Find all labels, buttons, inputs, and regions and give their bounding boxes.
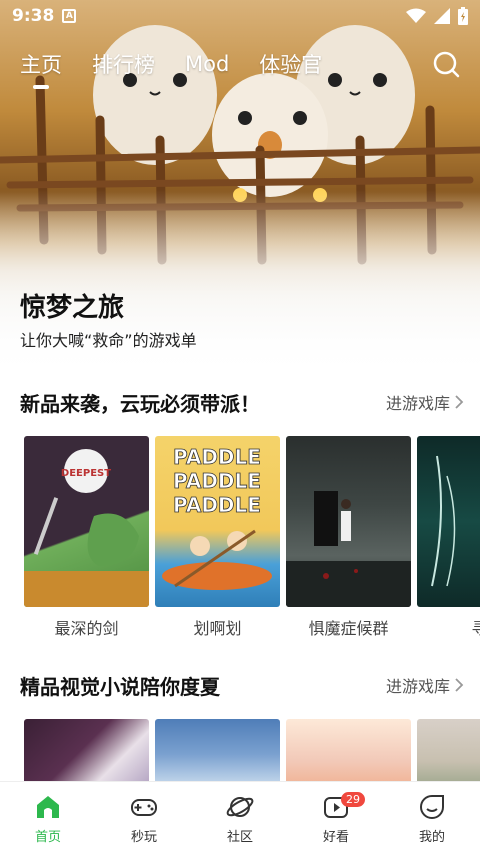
tab-ranking[interactable]: 排行榜 (92, 49, 155, 79)
nav-label: 社区 (226, 830, 253, 845)
cover-art (286, 491, 411, 607)
game-card[interactable] (417, 719, 480, 789)
profile-icon (420, 795, 444, 819)
section-novel-title: 精品视觉小说陪你度夏 (20, 674, 220, 699)
battery-icon (458, 7, 468, 25)
game-cover (155, 719, 280, 789)
chevron-right-icon (455, 395, 464, 409)
new-games-carousel[interactable]: DEEPEST 最深的剑 PADDLE PADDLE PADDLE 划啊划 惧魔… (24, 436, 480, 639)
game-cover (417, 436, 480, 607)
game-name: 寻 (471, 619, 480, 638)
section-new-header: 新品来袭，云玩必须带派！ 进游戏库 (20, 387, 464, 417)
notification-a-icon: A (62, 9, 77, 23)
game-name: 划啊划 (193, 619, 242, 638)
game-card[interactable] (286, 719, 411, 789)
nav-watch[interactable]: 29 好看 (288, 782, 384, 853)
hero-title: 惊梦之旅 (20, 293, 125, 323)
svg-text:PADDLE: PADDLE (173, 493, 261, 517)
game-cover (417, 719, 480, 789)
section-new-title: 新品来袭，云玩必须带派！ (20, 391, 260, 416)
gamepad-icon (131, 799, 157, 816)
nav-label: 秒玩 (130, 830, 157, 845)
bottom-nav: 首页 秒玩 社区 29 好看 我的 (0, 781, 480, 853)
tab-mod[interactable]: Mod (185, 52, 229, 76)
cover-title-text: DEEPEST (61, 468, 111, 479)
game-card[interactable]: PADDLE PADDLE PADDLE 划啊划 (155, 436, 280, 639)
nav-home[interactable]: 首页 (0, 782, 96, 853)
game-cover: DEEPEST (24, 436, 149, 607)
game-cover (286, 436, 411, 607)
game-card[interactable]: DEEPEST 最深的剑 (24, 436, 149, 639)
wifi-icon (406, 8, 426, 23)
nav-community[interactable]: 社区 (192, 782, 288, 853)
more-link-label: 进游戏库 (385, 677, 450, 696)
status-bar: 9:38 A (0, 0, 480, 32)
nav-label: 首页 (34, 830, 61, 845)
game-card[interactable] (155, 719, 280, 789)
status-time: 9:38 (12, 6, 55, 26)
nav-profile[interactable]: 我的 (384, 782, 480, 853)
signal-icon (434, 8, 450, 24)
notification-badge: 29 (341, 792, 365, 807)
hero-subtitle: 让你大喊“救命”的游戏单 (20, 331, 197, 350)
game-card[interactable]: 惧魔症候群 (286, 436, 411, 639)
game-cover (24, 719, 149, 789)
nav-label: 我的 (418, 830, 445, 845)
section-new-more-link[interactable]: 进游戏库 (386, 390, 464, 414)
game-card[interactable]: 寻 (417, 436, 480, 639)
game-name: 最深的剑 (54, 619, 119, 638)
cover-art: PADDLE PADDLE PADDLE (162, 445, 272, 590)
svg-text:PADDLE: PADDLE (173, 469, 261, 493)
chevron-right-icon (455, 678, 464, 692)
tab-experience[interactable]: 体验官 (259, 49, 322, 79)
cover-art (431, 455, 456, 587)
game-name: 惧魔症候群 (308, 619, 389, 638)
cover-art: DEEPEST (24, 449, 149, 607)
nav-label: 好看 (322, 830, 349, 845)
game-cover (286, 719, 411, 789)
search-icon[interactable] (432, 50, 460, 78)
nav-instant-play[interactable]: 秒玩 (96, 782, 192, 853)
novel-games-carousel[interactable] (24, 719, 480, 789)
planet-icon (226, 797, 254, 817)
tab-home[interactable]: 主页 (20, 49, 62, 79)
top-nav: 主页 排行榜 Mod 体验官 (0, 44, 480, 84)
section-novel-header: 精品视觉小说陪你度夏 进游戏库 (20, 670, 464, 700)
game-card[interactable] (24, 719, 149, 789)
more-link-label: 进游戏库 (385, 394, 450, 413)
section-novel-more-link[interactable]: 进游戏库 (386, 673, 464, 697)
home-icon (37, 796, 59, 818)
game-cover: PADDLE PADDLE PADDLE (155, 436, 280, 607)
svg-text:PADDLE: PADDLE (173, 445, 261, 469)
